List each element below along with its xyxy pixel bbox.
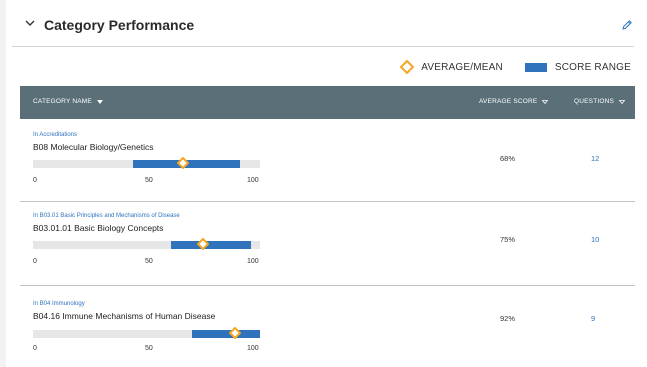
average-mean-diamond-icon: [399, 59, 415, 75]
average-score-value: 92%: [500, 314, 516, 323]
axis-tick-0: 0: [33, 258, 37, 265]
chart-legend: AVERAGE/MEAN SCORE RANGE: [399, 59, 631, 75]
category-performance-header: Category Performance: [12, 0, 647, 46]
sort-caret-filled-icon: [96, 99, 103, 104]
pencil-icon[interactable]: [621, 19, 633, 31]
table-row: In B03.01 Basic Principles and Mechanism…: [20, 202, 635, 286]
question-count-link[interactable]: 12: [591, 154, 599, 163]
average-mean-marker: [229, 327, 242, 339]
column-header-average-score[interactable]: AVERAGE SCORE: [479, 98, 549, 105]
axis-tick-50: 50: [145, 345, 153, 352]
left-edge-rule: [0, 0, 6, 367]
average-score-value: 75%: [500, 235, 516, 244]
sort-caret-outline-icon: [542, 99, 549, 104]
legend-average-mean-label: AVERAGE/MEAN: [421, 61, 503, 73]
question-count-link[interactable]: 10: [591, 235, 599, 244]
axis-tick-100: 100: [247, 258, 259, 265]
chevron-down-icon[interactable]: [25, 18, 35, 28]
axis-tick-100: 100: [247, 177, 259, 184]
sort-caret-outline-icon: [619, 99, 626, 104]
legend-score-range-label: SCORE RANGE: [554, 61, 631, 73]
average-mean-marker: [176, 157, 189, 169]
axis-tick-100: 100: [247, 345, 259, 352]
axis-tick-50: 50: [145, 258, 153, 265]
axis-tick-50: 50: [145, 177, 153, 184]
header-divider: [12, 46, 634, 47]
average-score-value: 68%: [500, 154, 516, 163]
row-breadcrumb-link[interactable]: In Accreditations: [33, 132, 77, 138]
score-range-bar: [191, 330, 260, 338]
row-breadcrumb-link[interactable]: In B04 Immunology: [33, 301, 85, 307]
score-range-track: [33, 238, 260, 250]
table-row: In B04 Immunology B04.16 Immune Mechanis…: [20, 286, 635, 367]
row-category-name: B04.16 Immune Mechanisms of Human Diseas…: [33, 311, 216, 321]
row-breadcrumb-link[interactable]: In B03.01 Basic Principles and Mechanism…: [33, 213, 180, 219]
row-category-name: B03.01.01 Basic Biology Concepts: [33, 223, 164, 233]
column-header-questions[interactable]: QUESTIONS: [574, 98, 626, 105]
table-row: In Accreditations B08 Molecular Biology/…: [20, 119, 635, 202]
score-range-track: [33, 327, 260, 339]
average-mean-marker: [197, 238, 210, 250]
row-category-name: B08 Molecular Biology/Genetics: [33, 142, 154, 152]
score-range-track: [33, 157, 260, 169]
axis-tick-0: 0: [33, 345, 37, 352]
section-title: Category Performance: [44, 17, 195, 33]
score-range-bar: [171, 241, 251, 249]
axis-tick-0: 0: [33, 177, 37, 184]
question-count-link[interactable]: 9: [591, 314, 595, 323]
column-header-category-name[interactable]: CATEGORY NAME: [33, 98, 103, 105]
score-range-swatch: [524, 62, 547, 72]
table-header: CATEGORY NAME AVERAGE SCORE QUESTIONS: [20, 86, 635, 119]
